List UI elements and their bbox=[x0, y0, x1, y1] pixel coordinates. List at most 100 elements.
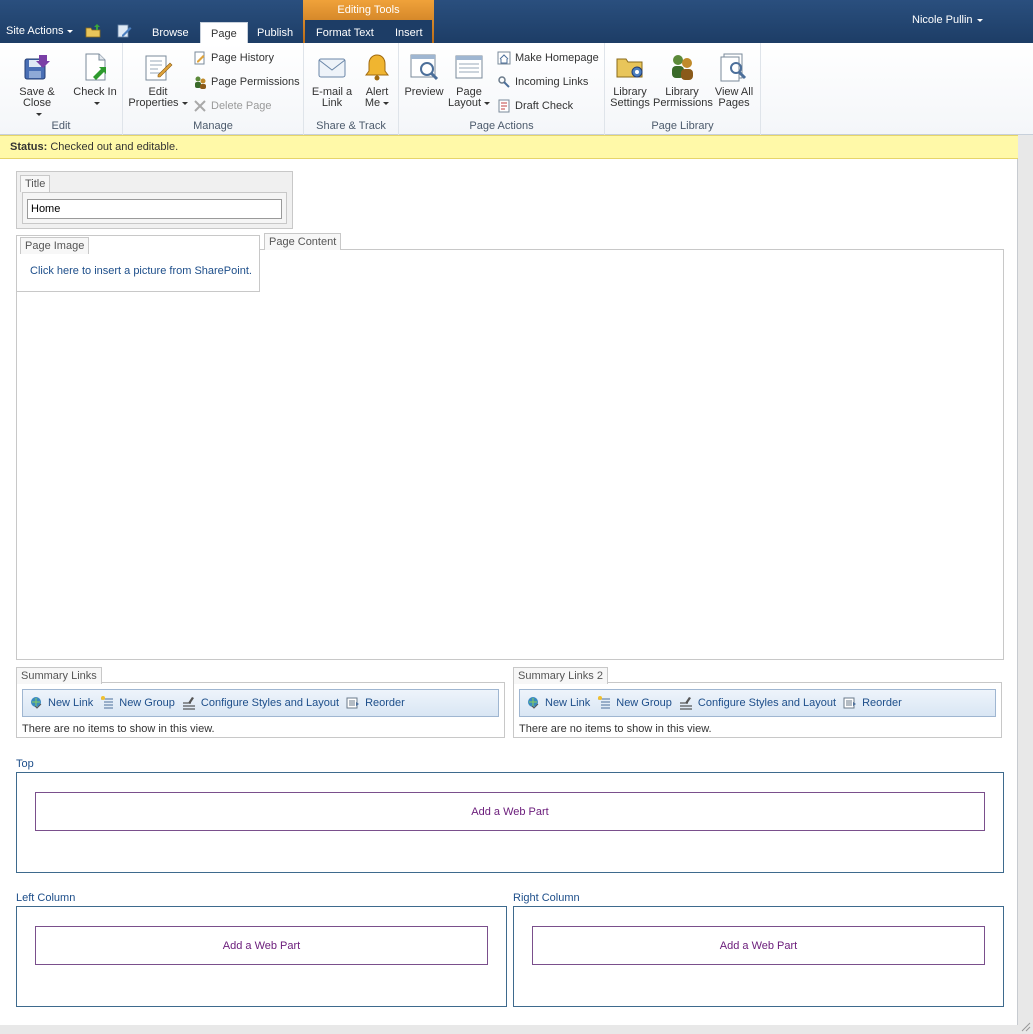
title-input[interactable] bbox=[27, 199, 282, 219]
title-field-control bbox=[16, 171, 293, 229]
incoming-links-icon bbox=[498, 76, 510, 88]
summary-links-label: Summary Links bbox=[16, 667, 102, 684]
user-name: Nicole Pullin bbox=[912, 14, 973, 26]
delete-page-button[interactable]: Delete Page bbox=[193, 97, 272, 115]
tab-page[interactable]: Page bbox=[200, 22, 248, 44]
tab-publish[interactable]: Publish bbox=[247, 22, 303, 43]
chevron-down-icon bbox=[181, 101, 188, 105]
email-icon bbox=[318, 58, 346, 78]
preview-button[interactable]: Preview bbox=[403, 51, 445, 98]
new-link-icon bbox=[31, 697, 42, 709]
status-text: Checked out and editable. bbox=[50, 141, 179, 153]
alert-me-button[interactable]: Alert Me bbox=[356, 51, 398, 109]
right-column-label: Right Column bbox=[513, 892, 580, 904]
top-bar: Site Actions Browse Page Publish Editing… bbox=[0, 0, 1033, 44]
preview-icon bbox=[410, 54, 439, 81]
title-field-label: Title bbox=[20, 175, 51, 192]
reorder-icon bbox=[843, 697, 857, 709]
ribbon-group-label: Page Actions bbox=[469, 120, 534, 132]
check-in-icon bbox=[85, 53, 106, 81]
reorder-button[interactable]: Reorder bbox=[843, 696, 902, 710]
chevron-down-icon bbox=[67, 29, 74, 33]
tab-browse[interactable]: Browse bbox=[142, 22, 199, 43]
configure-styles-button[interactable]: Configure Styles and Layout bbox=[182, 696, 339, 710]
configure-styles-icon bbox=[182, 697, 195, 710]
draft-check-button[interactable]: Draft Check bbox=[497, 97, 573, 115]
bottom-edge bbox=[0, 1022, 1033, 1034]
summary-links-2-webpart: New Link New Group Configure Styles and … bbox=[513, 682, 1002, 738]
add-web-part-button[interactable]: Add a Web Part bbox=[35, 926, 488, 965]
status-label: Status: bbox=[10, 141, 48, 153]
page-image-label: Page Image bbox=[20, 237, 90, 254]
add-web-part-button[interactable]: Add a Web Part bbox=[35, 792, 985, 831]
editing-tools-label: Editing Tools bbox=[337, 4, 400, 16]
page-layout-button[interactable]: Page Layout bbox=[447, 51, 491, 109]
new-group-button[interactable]: New Group bbox=[100, 696, 175, 710]
new-group-icon bbox=[598, 696, 611, 709]
permissions-icon bbox=[195, 76, 206, 89]
user-menu[interactable]: Nicole Pullin bbox=[912, 14, 983, 26]
library-permissions-button[interactable]: Library Permissions bbox=[653, 51, 713, 109]
ribbon: Save & Close Check In Edit Edit Propertie… bbox=[0, 43, 1033, 135]
status-bar: Status: Checked out and editable. bbox=[0, 135, 1018, 159]
save-icon bbox=[24, 55, 50, 80]
incoming-links-button[interactable]: Incoming Links bbox=[497, 73, 588, 91]
page-content-editor[interactable] bbox=[16, 249, 1004, 660]
library-permissions-icon bbox=[672, 55, 693, 80]
edit-properties-button[interactable]: Edit Properties bbox=[127, 51, 189, 109]
edit-properties-icon bbox=[145, 55, 173, 81]
top-webpart-zone: Add a Web Part bbox=[16, 772, 1004, 873]
left-column-label: Left Column bbox=[16, 892, 76, 904]
ribbon-group-page-actions: Preview Page Layout Make Homepage Incomin… bbox=[399, 43, 605, 135]
summary-links-toolbar: New Link New Group Configure Styles and … bbox=[519, 689, 996, 717]
save-close-button[interactable]: Save & Close bbox=[5, 51, 69, 120]
summary-links-webpart: New Link New Group Configure Styles and … bbox=[16, 682, 505, 738]
page-history-icon bbox=[194, 51, 205, 65]
insert-picture-link[interactable]: Click here to insert a picture from Shar… bbox=[30, 265, 252, 277]
resize-grip-icon[interactable] bbox=[1021, 1022, 1031, 1032]
chevron-down-icon bbox=[383, 101, 390, 105]
summary-links-toolbar: New Link New Group Configure Styles and … bbox=[22, 689, 499, 717]
library-settings-button[interactable]: Library Settings bbox=[608, 51, 652, 109]
page-permissions-button[interactable]: Page Permissions bbox=[193, 73, 300, 91]
check-in-button[interactable]: Check In bbox=[71, 51, 119, 109]
make-homepage-button[interactable]: Make Homepage bbox=[497, 49, 599, 67]
configure-styles-button[interactable]: Configure Styles and Layout bbox=[679, 696, 836, 710]
edit-page-icon[interactable] bbox=[116, 24, 132, 38]
site-actions-label: Site Actions bbox=[6, 25, 64, 37]
empty-message: There are no items to show in this view. bbox=[519, 723, 712, 735]
draft-check-icon bbox=[498, 99, 510, 113]
left-column-webpart-zone: Add a Web Part bbox=[16, 906, 507, 1007]
right-column-webpart-zone: Add a Web Part bbox=[513, 906, 1004, 1007]
add-web-part-button[interactable]: Add a Web Part bbox=[532, 926, 985, 965]
new-group-icon bbox=[101, 696, 114, 709]
email-link-button[interactable]: E-mail a Link bbox=[307, 51, 357, 109]
tab-insert[interactable]: Insert bbox=[385, 22, 433, 43]
ribbon-group-label: Edit bbox=[51, 120, 71, 132]
new-link-icon bbox=[528, 697, 539, 709]
reorder-button[interactable]: Reorder bbox=[346, 696, 405, 710]
new-link-button[interactable]: New Link bbox=[526, 696, 590, 710]
chevron-down-icon bbox=[976, 18, 983, 22]
ribbon-group-label: Page Library bbox=[651, 120, 714, 132]
new-group-button[interactable]: New Group bbox=[597, 696, 672, 710]
ribbon-group-label: Manage bbox=[193, 120, 233, 132]
home-icon bbox=[497, 51, 511, 65]
site-actions-menu[interactable]: Site Actions bbox=[6, 25, 74, 37]
ribbon-group-page-library: Library Settings Library Permissions View … bbox=[605, 43, 761, 135]
library-settings-icon bbox=[616, 58, 643, 78]
new-link-button[interactable]: New Link bbox=[29, 696, 93, 710]
top-zone-label: Top bbox=[16, 758, 34, 770]
bell-icon bbox=[365, 54, 389, 81]
view-all-pages-button[interactable]: View All Pages bbox=[712, 51, 756, 109]
ribbon-group-share-track: E-mail a Link Alert Me Share & Track bbox=[304, 43, 399, 135]
ribbon-group-edit: Save & Close Check In Edit bbox=[0, 43, 123, 135]
page-layout-icon bbox=[455, 55, 483, 79]
ribbon-group-label: Share & Track bbox=[316, 120, 386, 132]
view-all-pages-icon bbox=[720, 53, 747, 82]
chevron-down-icon bbox=[484, 101, 491, 105]
navigate-up-icon[interactable] bbox=[85, 24, 101, 38]
summary-links-2-label: Summary Links 2 bbox=[513, 667, 608, 684]
tab-format-text[interactable]: Format Text bbox=[306, 22, 384, 43]
page-history-button[interactable]: Page History bbox=[193, 49, 274, 67]
